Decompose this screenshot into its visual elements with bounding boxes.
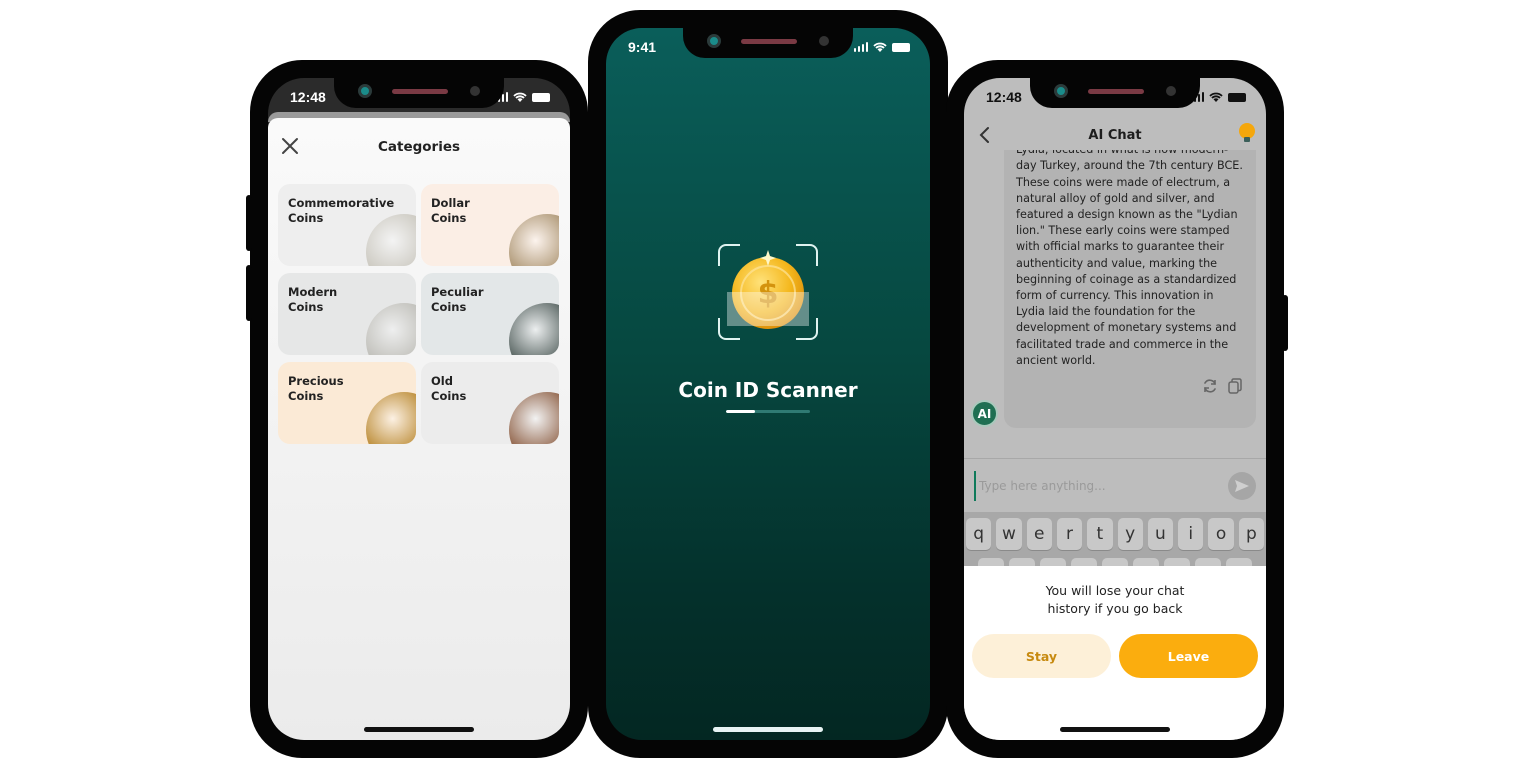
close-icon[interactable] — [280, 136, 300, 156]
coin-image — [366, 392, 416, 444]
key-e[interactable]: e — [1026, 518, 1052, 550]
category-card[interactable]: Old Coins — [421, 362, 559, 444]
chat-input[interactable] — [974, 471, 1228, 501]
category-label: Dollar Coins — [431, 196, 470, 225]
coin-image — [509, 214, 559, 266]
category-card[interactable]: Peculiar Coins — [421, 273, 559, 355]
coin-image — [509, 392, 559, 444]
wifi-icon — [513, 92, 527, 102]
back-icon[interactable] — [978, 126, 992, 144]
dialog-message: You will lose your chat history if you g… — [1045, 583, 1185, 616]
key-w[interactable]: w — [996, 518, 1022, 550]
volume-down-button — [246, 265, 252, 321]
message-line: natural alloy of gold and silver, and — [1016, 191, 1215, 205]
message-line: lion." These early coins were stamped — [1016, 224, 1230, 238]
send-icon — [1235, 480, 1249, 492]
battery-icon — [532, 92, 550, 102]
ai-message-bubble: been minted in the ancient kingdom ofLyd… — [1004, 128, 1256, 428]
keyboard: qwertyuiop — [964, 512, 1266, 572]
category-label: Precious Coins — [288, 374, 344, 403]
category-label: Peculiar Coins — [431, 285, 484, 314]
ai-avatar: AI — [971, 400, 998, 427]
ai-message-text: been minted in the ancient kingdom ofLyd… — [1016, 128, 1244, 369]
app-showcase: 12:48 Categories Commemorative Coins Doll… — [0, 0, 1536, 768]
key-o[interactable]: o — [1208, 518, 1234, 550]
phone-splash: 9:41 $ Coin ID Scanner — [588, 10, 948, 758]
divider — [964, 458, 1266, 459]
notch — [683, 28, 853, 58]
regenerate-icon[interactable] — [1202, 378, 1218, 394]
message-line: with official marks to guarantee their — [1016, 240, 1225, 254]
signal-icon — [853, 42, 868, 52]
key-t[interactable]: t — [1087, 518, 1113, 550]
phone-categories: 12:48 Categories Commemorative Coins Doll… — [246, 60, 588, 758]
leave-confirmation-dialog: You will lose your chat history if you g… — [964, 566, 1266, 740]
notch — [334, 78, 504, 108]
home-indicator — [364, 727, 474, 732]
message-line: Lydia laid the foundation for the — [1016, 305, 1196, 319]
category-label: Old Coins — [431, 374, 467, 403]
key-r[interactable]: r — [1056, 518, 1083, 550]
app-title: Coin ID Scanner — [678, 378, 858, 402]
battery-icon — [1228, 92, 1246, 102]
copy-icon[interactable] — [1228, 378, 1242, 394]
battery-icon — [892, 42, 910, 52]
phone-ai-chat: 12:48 been minted in the ancient kingdom… — [946, 60, 1288, 758]
category-card[interactable]: Modern Coins — [278, 273, 416, 355]
categories-sheet: Categories Commemorative Coins Dollar Coi… — [268, 118, 570, 740]
category-card[interactable]: Commemorative Coins — [278, 184, 416, 266]
key-q[interactable]: q — [966, 518, 992, 550]
key-u[interactable]: u — [1147, 518, 1174, 550]
key-y[interactable]: y — [1117, 518, 1143, 550]
loading-progress-bar — [726, 410, 810, 413]
key-i[interactable]: i — [1178, 518, 1204, 550]
message-line: facilitated trade and commerce in the — [1016, 337, 1229, 351]
coin-image — [366, 303, 416, 355]
progress-fill — [726, 410, 756, 413]
coin-image — [509, 303, 559, 355]
message-line: form of currency. This innovation in — [1016, 289, 1214, 303]
message-line: ancient world. — [1016, 353, 1096, 367]
page-title: Categories — [377, 139, 461, 155]
wifi-icon — [1209, 92, 1223, 102]
home-indicator — [713, 727, 823, 732]
category-label: Commemorative Coins — [288, 196, 395, 225]
category-card[interactable]: Dollar Coins — [421, 184, 559, 266]
category-card[interactable]: Precious Coins — [278, 362, 416, 444]
status-time: 12:48 — [986, 89, 1022, 105]
categories-screen: 12:48 Categories Commemorative Coins Doll… — [268, 78, 570, 740]
category-grid: Commemorative Coins Dollar Coins Modern Co… — [268, 176, 570, 444]
lightbulb-icon[interactable] — [1238, 122, 1256, 146]
send-button[interactable] — [1228, 472, 1256, 500]
coin-scanner-icon: $ — [718, 244, 818, 340]
status-time: 9:41 — [628, 39, 657, 55]
status-time: 12:48 — [290, 89, 326, 105]
volume-up-button — [246, 195, 252, 251]
key-p[interactable]: p — [1238, 518, 1264, 550]
power-button — [1282, 295, 1288, 351]
category-label: Modern Coins — [288, 285, 338, 314]
message-line: These coins were made of electrum, a — [1016, 175, 1231, 189]
message-line: authenticity and value, marking the — [1016, 256, 1218, 270]
message-line: featured a design known as the "Lydian — [1016, 208, 1238, 222]
chat-header: AI Chat — [964, 120, 1266, 150]
message-line: development of monetary systems and — [1016, 321, 1237, 335]
chat-input-row — [964, 466, 1266, 506]
notch — [1030, 78, 1200, 108]
leave-button[interactable]: Leave — [1119, 634, 1258, 678]
message-line: beginning of coinage as a standardized — [1016, 272, 1237, 286]
ai-chat-screen: 12:48 been minted in the ancient kingdom… — [964, 78, 1266, 740]
stay-button[interactable]: Stay — [972, 634, 1111, 678]
splash-screen: 9:41 $ Coin ID Scanner — [606, 28, 930, 740]
wifi-icon — [873, 42, 887, 52]
page-title: AI Chat — [1088, 127, 1142, 143]
home-indicator — [1060, 727, 1170, 732]
message-line: day Turkey, around the 7th century BCE. — [1016, 159, 1243, 173]
